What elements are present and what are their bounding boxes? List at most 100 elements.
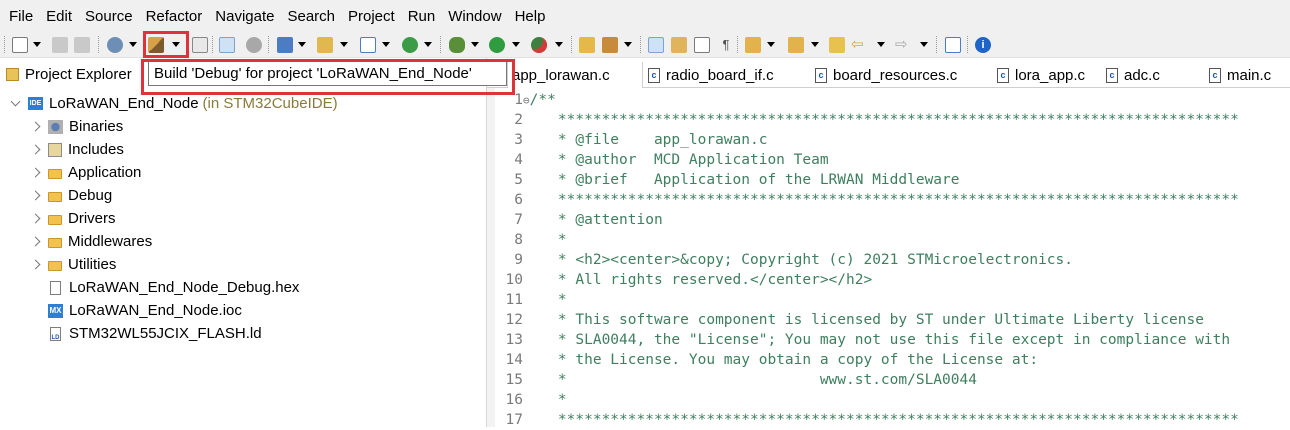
binary-icon[interactable] <box>192 37 208 53</box>
tree-item-label: LoRaWAN_End_Node.ioc <box>69 302 242 319</box>
tab-radio-board-if[interactable]: c radio_board_if.c <box>648 62 774 88</box>
last-edit-location-icon[interactable] <box>829 37 845 53</box>
refresh-icon[interactable] <box>402 37 418 53</box>
chevron-right-icon[interactable] <box>30 259 41 270</box>
code-text: ****************************************… <box>540 412 1239 428</box>
code-text: * All rights reserved.</center></h2> <box>540 272 873 288</box>
external-tools-icon[interactable] <box>531 37 547 53</box>
settings-dropdown-icon[interactable] <box>129 42 137 47</box>
next-annotation-icon[interactable] <box>745 37 761 53</box>
forward-arrow-icon[interactable]: ⇨ <box>895 37 911 53</box>
back-dropdown-icon[interactable] <box>877 42 885 47</box>
code-text: * SLA0044, the "License"; You may not us… <box>540 332 1231 348</box>
code-text: * <box>540 232 567 248</box>
pin-editor-icon[interactable] <box>945 37 961 53</box>
settings-gear-icon[interactable] <box>107 37 123 53</box>
code-line: 12 * This software component is licensed… <box>495 310 1204 330</box>
tree-item-linker-file[interactable]: LD STM32WL55JCIX_FLASH.ld <box>50 322 262 345</box>
tab-main[interactable]: c main.c <box>1209 62 1271 88</box>
menu-refactor[interactable]: Refactor <box>139 0 209 33</box>
block-selection-icon[interactable] <box>694 37 710 53</box>
menu-edit[interactable]: Edit <box>39 0 78 33</box>
new-source-file-icon[interactable] <box>360 37 376 53</box>
tree-root-project[interactable]: IDE LoRaWAN_End_Node (in STM32CubeIDE) <box>10 92 338 115</box>
menu-run[interactable]: Run <box>401 0 442 33</box>
tooltip-highlight <box>141 59 515 95</box>
c-file-icon: c <box>648 67 660 83</box>
menu-help[interactable]: Help <box>508 0 552 33</box>
toolbar-separator <box>936 36 937 54</box>
chevron-right-icon[interactable] <box>30 144 41 155</box>
menu-window[interactable]: Window <box>441 0 507 33</box>
menu-file[interactable]: File <box>2 0 39 33</box>
line-number: 6 <box>514 192 523 208</box>
new-dropdown-icon[interactable] <box>33 42 41 47</box>
save-icon[interactable] <box>52 37 68 53</box>
toggle-mark-occurrences-icon[interactable] <box>648 37 664 53</box>
tree-item-drivers[interactable]: Drivers <box>30 207 116 230</box>
tab-lora-app[interactable]: c lora_app.c <box>997 62 1085 88</box>
chevron-right-icon[interactable] <box>30 213 41 224</box>
external-tools-dropdown-icon[interactable] <box>555 42 563 47</box>
chevron-down-icon[interactable] <box>10 96 21 107</box>
tab-board-resources[interactable]: c board_resources.c <box>815 62 957 88</box>
select-tool-icon[interactable] <box>219 37 235 53</box>
project-explorer-tab[interactable]: Project Explorer <box>0 62 132 86</box>
debug-bug-icon[interactable] <box>449 37 465 53</box>
tree-item-middlewares[interactable]: Middlewares <box>30 230 153 253</box>
line-number: 17 <box>505 412 523 428</box>
menu-search[interactable]: Search <box>280 0 341 33</box>
menu-project[interactable]: Project <box>341 0 401 33</box>
run-dropdown-icon[interactable] <box>512 42 520 47</box>
tab-adc[interactable]: c adc.c <box>1106 62 1160 88</box>
menu-navigate[interactable]: Navigate <box>208 0 280 33</box>
debug-attach-icon[interactable] <box>246 37 262 53</box>
code-text: * www.st.com/SLA0044 <box>540 372 977 388</box>
new-project-icon[interactable] <box>277 37 293 53</box>
chevron-right-icon[interactable] <box>30 167 41 178</box>
toggle-highlight-icon[interactable] <box>671 37 687 53</box>
previous-annotation-icon[interactable] <box>788 37 804 53</box>
open-type-icon[interactable] <box>579 37 595 53</box>
tree-item-includes[interactable]: Includes <box>30 138 124 161</box>
tree-item-application[interactable]: Application <box>30 161 141 184</box>
line-number: 8 <box>514 232 523 248</box>
tree-item-hex-file[interactable]: LoRaWAN_End_Node_Debug.hex <box>50 276 299 299</box>
new-source-dropdown-icon[interactable] <box>382 42 390 47</box>
tree-item-utilities[interactable]: Utilities <box>30 253 116 276</box>
tree-item-binaries[interactable]: Binaries <box>30 115 123 138</box>
open-folder-icon[interactable] <box>317 37 333 53</box>
c-file-icon: c <box>1209 67 1221 83</box>
code-line: 17 *************************************… <box>495 410 1239 430</box>
fold-collapse-icon[interactable]: ⊖ <box>523 94 530 107</box>
save-all-icon[interactable] <box>74 37 90 53</box>
show-whitespace-icon[interactable]: ¶ <box>718 37 734 53</box>
tree-item-label: Middlewares <box>68 233 153 250</box>
mx-icon: MX <box>48 303 63 318</box>
previous-annotation-dropdown-icon[interactable] <box>811 42 819 47</box>
info-icon[interactable]: i <box>975 37 991 53</box>
folder-icon <box>48 237 62 248</box>
search-flashlight-icon[interactable] <box>602 37 618 53</box>
new-file-icon[interactable] <box>12 37 28 53</box>
debug-dropdown-icon[interactable] <box>471 42 479 47</box>
tree-item-debug[interactable]: Debug <box>30 184 112 207</box>
tree-item-ioc-file[interactable]: MX LoRaWAN_End_Node.ioc <box>48 299 242 322</box>
tab-label: lora_app.c <box>1015 66 1086 84</box>
new-project-dropdown-icon[interactable] <box>298 42 306 47</box>
run-icon[interactable] <box>489 37 505 53</box>
tab-app-lorawan[interactable]: app_lorawan.c <box>507 62 643 88</box>
forward-dropdown-icon[interactable] <box>920 42 928 47</box>
code-text: * @author MCD Application Team <box>540 152 829 168</box>
search-dropdown-icon[interactable] <box>624 42 632 47</box>
next-annotation-dropdown-icon[interactable] <box>767 42 775 47</box>
open-dropdown-icon[interactable] <box>340 42 348 47</box>
line-number: 16 <box>505 392 523 408</box>
menu-source[interactable]: Source <box>78 0 139 33</box>
back-arrow-icon[interactable]: ⇦ <box>851 37 867 53</box>
chevron-right-icon[interactable] <box>30 236 41 247</box>
c-file-icon: c <box>815 67 827 83</box>
chevron-right-icon[interactable] <box>30 121 41 132</box>
refresh-dropdown-icon[interactable] <box>424 42 432 47</box>
chevron-right-icon[interactable] <box>30 190 41 201</box>
